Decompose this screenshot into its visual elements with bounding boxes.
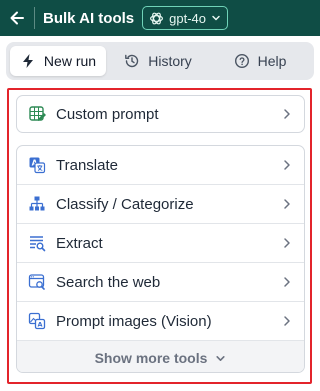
tool-label: Custom prompt [56,105,159,123]
tab-history[interactable]: History [106,46,210,76]
header-divider [34,7,35,29]
tool-item-translate[interactable]: A Translate [17,146,304,185]
chevron-right-icon [281,159,293,171]
chevron-down-icon [216,355,226,361]
translate-icon: A [27,155,47,175]
chevron-right-icon [281,108,293,120]
tool-item-vision[interactable]: A Prompt images (Vision) [17,302,304,341]
custom-prompt-card: Custom prompt [16,95,305,133]
chevron-right-icon [281,315,293,327]
search-web-icon [27,272,47,292]
tool-item-custom-prompt[interactable]: Custom prompt [17,96,304,132]
extract-icon [27,233,47,253]
svg-text:A: A [37,321,42,329]
help-icon [234,53,249,69]
tool-label: Prompt images (Vision) [56,312,212,330]
app-title: Bulk AI tools [43,9,135,27]
model-name: gpt-4o [169,10,206,26]
tab-label: Help [257,53,287,69]
tab-label: New run [43,53,97,69]
arrow-left-icon [10,11,24,25]
tool-item-extract[interactable]: Extract [17,224,304,263]
header-bar: Bulk AI tools gpt-4o [0,0,320,36]
show-more-tools-button[interactable]: Show more tools [17,341,304,372]
custom-prompt-icon [27,104,47,124]
bolt-icon [22,54,33,68]
vision-icon: A [27,311,47,331]
tool-label: Translate [56,156,118,174]
tools-list: A Translate Classify / Categorize Extrac… [16,145,305,373]
show-more-label: Show more tools [94,350,208,366]
tab-help[interactable]: Help [210,46,310,76]
openai-logo-icon [150,12,164,24]
tab-label: History [148,53,192,69]
tool-item-search-web[interactable]: Search the web [17,263,304,302]
tool-item-classify[interactable]: Classify / Categorize [17,185,304,224]
model-selector[interactable]: gpt-4o [142,6,228,30]
chevron-right-icon [281,276,293,288]
chevron-right-icon [281,198,293,210]
tool-label: Extract [56,234,103,252]
tab-bar: New run History Help [6,42,314,80]
classify-icon [27,194,47,214]
tool-label: Search the web [56,273,161,291]
back-button[interactable] [2,0,32,36]
tool-label: Classify / Categorize [56,195,194,213]
chevron-right-icon [281,237,293,249]
tab-new-run[interactable]: New run [10,46,106,76]
chevron-down-icon [212,15,220,21]
history-icon [125,54,139,68]
